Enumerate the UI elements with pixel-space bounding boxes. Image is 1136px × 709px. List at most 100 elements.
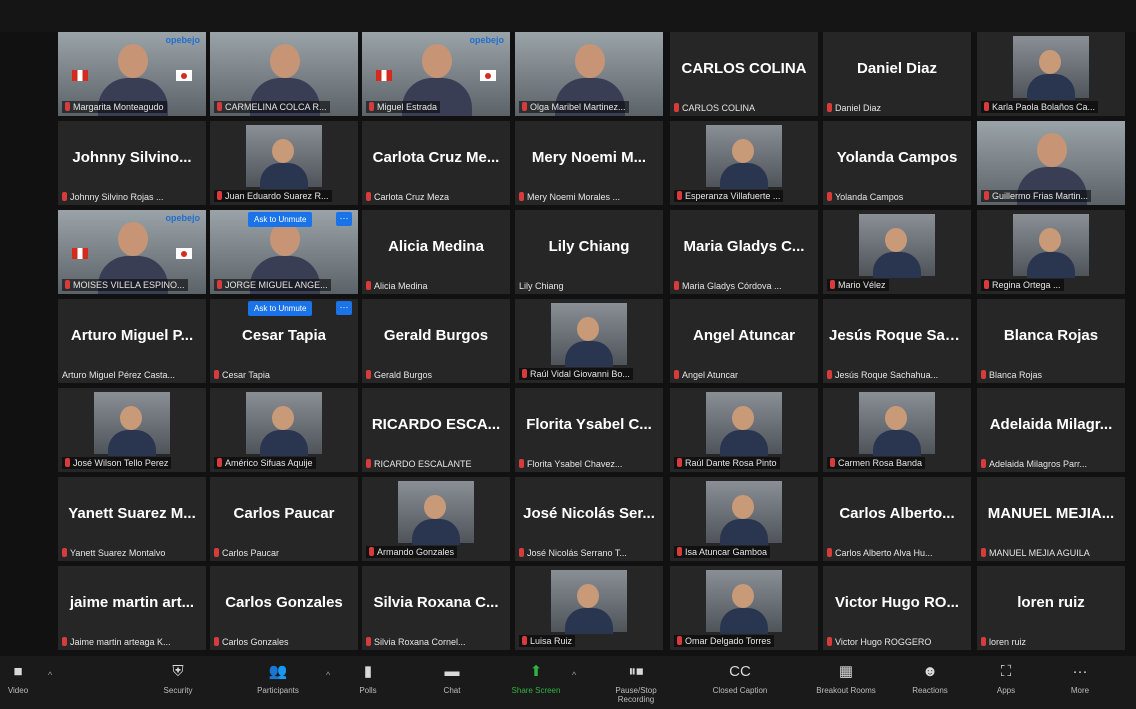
participant-name-label: Carlos Gonzales bbox=[214, 637, 289, 647]
participant-tile[interactable]: Américo Sifuas Aquije bbox=[210, 388, 358, 472]
recording-button[interactable]: ⏸⏹ Pause/Stop Recording bbox=[596, 664, 676, 705]
participant-tile[interactable]: Silvia Roxana C... Silvia Roxana Cornel..… bbox=[362, 566, 510, 650]
participant-photo bbox=[1013, 214, 1089, 278]
apps-button[interactable]: ⛶ Apps bbox=[966, 664, 1046, 696]
participant-name: Carlos Alberto Alva Hu... bbox=[835, 548, 933, 558]
participant-name-label: Jaime martin arteaga K... bbox=[62, 637, 171, 647]
participant-tile[interactable]: José Nicolás Ser... José Nicolás Serrano … bbox=[515, 477, 663, 561]
participant-tile[interactable]: Johnny Silvino... Johnny Silvino Rojas ..… bbox=[58, 121, 206, 205]
participant-tile[interactable]: Ask to Unmute ··· JORGE MIGUEL ANGE... bbox=[210, 210, 358, 294]
toolbar-label: Security bbox=[163, 686, 193, 695]
breakout-button[interactable]: ▦ Breakout Rooms bbox=[806, 664, 886, 696]
participant-display-name: loren ruiz bbox=[1017, 594, 1085, 611]
tile-more-button[interactable]: ··· bbox=[336, 212, 352, 226]
participant-display-name: Florita Ysabel C... bbox=[526, 416, 652, 433]
participant-photo bbox=[551, 570, 627, 634]
mic-muted-icon bbox=[827, 637, 832, 646]
participant-tile[interactable]: Karla Paola Bolaños Ca... bbox=[977, 32, 1125, 116]
participant-tile[interactable]: Luisa Ruiz bbox=[515, 566, 663, 650]
participant-tile[interactable]: Gerald Burgos Gerald Burgos bbox=[362, 299, 510, 383]
toolbar-label: Pause/Stop Recording bbox=[615, 686, 657, 704]
participant-name-label: Carlota Cruz Meza bbox=[366, 192, 449, 202]
participant-tile[interactable]: Alicia Medina Alicia Medina bbox=[362, 210, 510, 294]
participant-tile[interactable]: Yolanda Campos Yolanda Campos bbox=[823, 121, 971, 205]
participant-tile[interactable]: MANUEL MEJIA... MANUEL MEJIA AGUILA bbox=[977, 477, 1125, 561]
mic-muted-icon bbox=[62, 192, 67, 201]
reactions-button[interactable]: ☻ Reactions bbox=[890, 664, 970, 696]
participant-tile[interactable]: Guillermo Frias Martin... bbox=[977, 121, 1125, 205]
participant-tile[interactable]: Carmen Rosa Banda bbox=[823, 388, 971, 472]
ask-to-unmute-button[interactable]: Ask to Unmute bbox=[248, 212, 313, 227]
participants-button[interactable]: 👥 Participants bbox=[238, 664, 318, 696]
participant-tile[interactable]: Mery Noemi M... Mery Noemi Morales ... bbox=[515, 121, 663, 205]
more-button[interactable]: ··· More bbox=[1040, 664, 1120, 696]
participant-photo bbox=[706, 481, 782, 545]
participant-display-name: Gerald Burgos bbox=[383, 327, 489, 344]
participant-display-name: Alicia Medina bbox=[388, 238, 484, 255]
participant-tile[interactable]: Omar Delgado Torres bbox=[670, 566, 818, 650]
participant-tile[interactable]: Adelaida Milagr... Adelaida Milagros Parr… bbox=[977, 388, 1125, 472]
participant-tile[interactable]: Isa Atuncar Gamboa bbox=[670, 477, 818, 561]
participant-tile[interactable]: Daniel Diaz Daniel Diaz bbox=[823, 32, 971, 116]
cc-button[interactable]: CC Closed Caption bbox=[700, 664, 780, 696]
participant-tile[interactable]: Jesús Roque Sac... Jesús Roque Sachahua..… bbox=[823, 299, 971, 383]
participant-tile[interactable]: Cesar Tapia Ask to Unmute ··· Cesar Tapia bbox=[210, 299, 358, 383]
participant-tile[interactable]: Carlota Cruz Me... Carlota Cruz Meza bbox=[362, 121, 510, 205]
share-screen-button[interactable]: ⬆ Share Screen bbox=[496, 664, 576, 696]
participant-tile[interactable]: Yanett Suarez M... Yanett Suarez Montalvo bbox=[58, 477, 206, 561]
toolbar-label: Apps bbox=[996, 686, 1016, 695]
participant-name: Omar Delgado Torres bbox=[685, 636, 771, 646]
participant-tile[interactable]: Regina Ortega ... bbox=[977, 210, 1125, 294]
participant-tile[interactable]: Victor Hugo RO... Victor Hugo ROGGERO bbox=[823, 566, 971, 650]
participant-name-label: Margarita Monteagudo bbox=[62, 101, 167, 113]
participant-display-name: Jesús Roque Sac... bbox=[829, 327, 966, 344]
chevron-up-icon[interactable]: ^ bbox=[572, 670, 576, 680]
participant-tile[interactable]: Armando Gonzales bbox=[362, 477, 510, 561]
chevron-up-icon[interactable]: ^ bbox=[326, 670, 330, 680]
ask-to-unmute-button[interactable]: Ask to Unmute bbox=[248, 301, 313, 316]
participant-tile[interactable]: CARLOS COLINA CARLOS COLINA bbox=[670, 32, 818, 116]
tile-more-button[interactable]: ··· bbox=[336, 301, 352, 315]
chevron-up-icon[interactable]: ^ bbox=[48, 670, 52, 680]
participant-tile[interactable]: Lily Chiang Lily Chiang bbox=[515, 210, 663, 294]
participant-tile[interactable]: jaime martin art... Jaime martin arteaga … bbox=[58, 566, 206, 650]
participant-name-label: Yanett Suarez Montalvo bbox=[62, 548, 165, 558]
participant-tile[interactable]: Arturo Miguel P... Arturo Miguel Pérez Ca… bbox=[58, 299, 206, 383]
participant-tile[interactable]: Carlos Alberto... Carlos Alberto Alva Hu.… bbox=[823, 477, 971, 561]
participant-tile[interactable]: loren ruiz loren ruiz bbox=[977, 566, 1125, 650]
participant-tile[interactable]: Mario Vélez bbox=[823, 210, 971, 294]
mic-muted-icon bbox=[981, 370, 986, 379]
participant-tile[interactable]: Raúl Vidal Giovanni Bo... bbox=[515, 299, 663, 383]
participant-tile[interactable]: Blanca Rojas Blanca Rojas bbox=[977, 299, 1125, 383]
participant-tile[interactable]: Maria Gladys C... Maria Gladys Córdova ..… bbox=[670, 210, 818, 294]
participant-tile[interactable]: Florita Ysabel C... Florita Ysabel Chavez… bbox=[515, 388, 663, 472]
participant-tile[interactable]: Raúl Dante Rosa Pinto bbox=[670, 388, 818, 472]
participant-tile[interactable]: Carlos Gonzales Carlos Gonzales bbox=[210, 566, 358, 650]
mic-muted-icon bbox=[519, 192, 524, 201]
participant-tile[interactable]: Angel Atuncar Angel Atuncar bbox=[670, 299, 818, 383]
polls-button[interactable]: ▮ Polls bbox=[328, 664, 408, 696]
chat-button[interactable]: ▬ Chat bbox=[412, 664, 492, 696]
mic-muted-icon bbox=[519, 459, 524, 468]
participant-tile[interactable]: CARMELINA COLCA R... bbox=[210, 32, 358, 116]
participant-tile[interactable]: opebejo Miguel Estrada bbox=[362, 32, 510, 116]
toolbar-label: Breakout Rooms bbox=[816, 686, 876, 695]
participant-tile[interactable]: José Wilson Tello Perez bbox=[58, 388, 206, 472]
participant-tile[interactable]: opebejo MOISES VILELA ESPINO... bbox=[58, 210, 206, 294]
participant-name: Carlos Gonzales bbox=[222, 637, 289, 647]
mic-muted-icon bbox=[214, 637, 219, 646]
participant-tile[interactable]: Juan Eduardo Suarez R... bbox=[210, 121, 358, 205]
participant-name-label: Johnny Silvino Rojas ... bbox=[62, 192, 164, 202]
participant-name-label: Raúl Vidal Giovanni Bo... bbox=[519, 368, 633, 380]
participant-name: Armando Gonzales bbox=[377, 547, 455, 557]
participant-tile[interactable]: RICARDO ESCA... RICARDO ESCALANTE bbox=[362, 388, 510, 472]
participant-tile[interactable]: Esperanza Villafuerte ... bbox=[670, 121, 818, 205]
participant-display-name: Johnny Silvino... bbox=[72, 149, 192, 166]
participant-tile[interactable]: Carlos Paucar Carlos Paucar bbox=[210, 477, 358, 561]
participant-name-label: José Nicolás Serrano T... bbox=[519, 548, 627, 558]
participant-tile[interactable]: opebejo Margarita Monteagudo bbox=[58, 32, 206, 116]
shield-button[interactable]: ⛨ Security bbox=[138, 664, 218, 696]
participant-name-label: Adelaida Milagros Parr... bbox=[981, 459, 1087, 469]
opebejo-logo: opebejo bbox=[469, 35, 504, 45]
participant-tile[interactable]: Olga Maribel Martinez... bbox=[515, 32, 663, 116]
